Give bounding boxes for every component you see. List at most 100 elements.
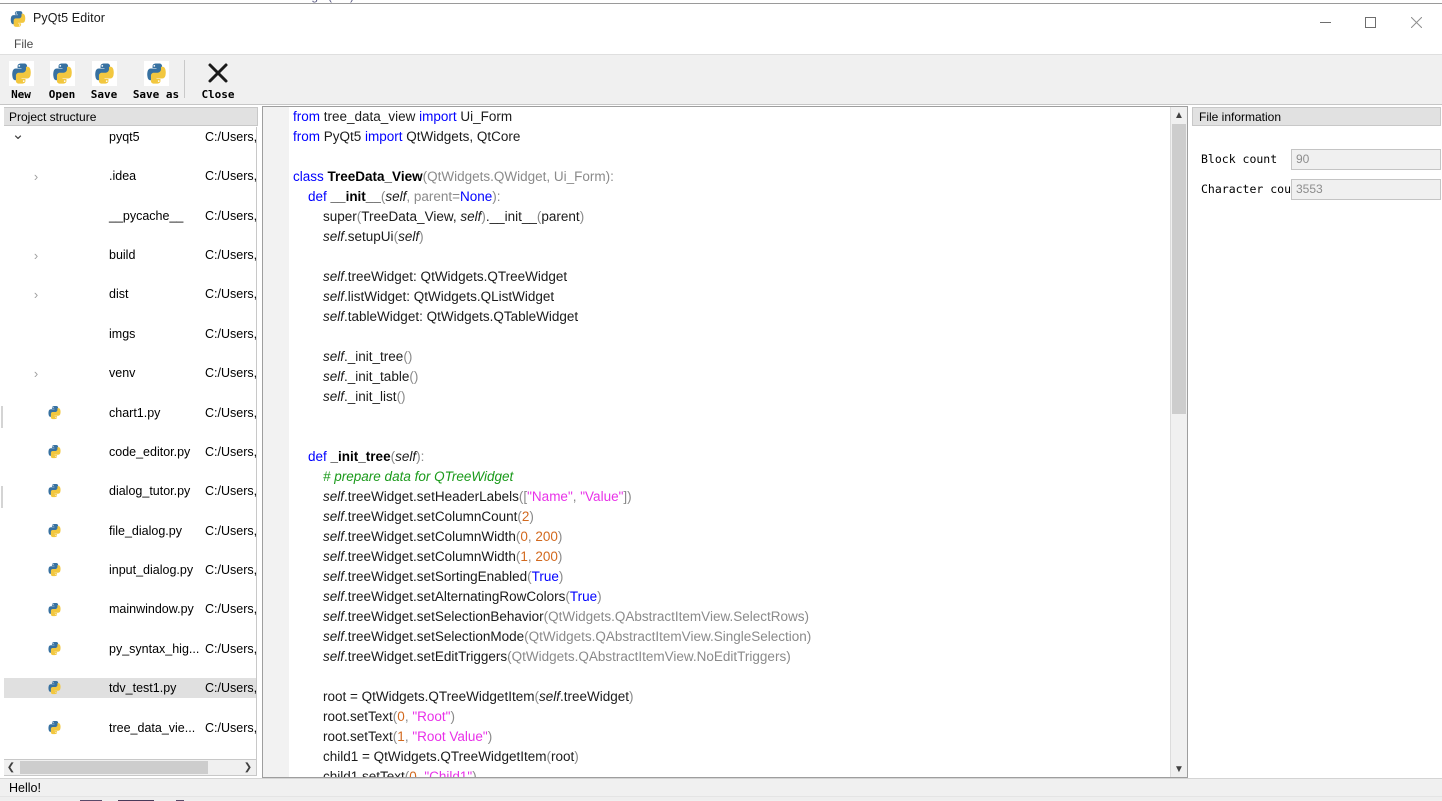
- close-button[interactable]: [1394, 8, 1439, 37]
- code-line[interactable]: 8: [289, 247, 1170, 267]
- tree-item-pyqt5[interactable]: ⌄ pyqt5 C:/Users,: [3, 127, 256, 147]
- code-line[interactable]: 24 self.treeWidget.setSortingEnabled(Tru…: [289, 567, 1170, 587]
- minimize-button[interactable]: [1303, 8, 1348, 37]
- code-line[interactable]: 27 self.treeWidget.setSelectionMode(QtWi…: [289, 627, 1170, 647]
- tree-item-code-editor-py[interactable]: code_editor.py C:/Users,: [3, 442, 256, 462]
- code-line[interactable]: 22 self.treeWidget.setColumnWidth(0, 200…: [289, 527, 1170, 547]
- code-token: 200: [535, 529, 558, 544]
- project-tree-hscrollbar[interactable]: ❮ ❯: [2, 759, 257, 776]
- menu-item-file[interactable]: File: [10, 36, 37, 52]
- code-line[interactable]: 13 self._init_tree(): [289, 347, 1170, 367]
- code-editor[interactable]: 1from tree_data_view import Ui_Form2from…: [262, 106, 1188, 778]
- tree-item-dist[interactable]: › dist C:/Users,: [3, 285, 256, 305]
- tree-item-file-dialog-py[interactable]: file_dialog.py C:/Users,: [3, 521, 256, 541]
- maximize-button[interactable]: [1348, 8, 1393, 37]
- code-line[interactable]: 17: [289, 427, 1170, 447]
- code-line[interactable]: 3: [289, 147, 1170, 167]
- chevron-right-icon[interactable]: ›: [29, 367, 43, 380]
- chevron-left-icon[interactable]: ❮: [3, 760, 19, 775]
- tree-item-imgs[interactable]: imgs C:/Users,: [3, 324, 256, 344]
- code-token: 200: [535, 549, 558, 564]
- code-line[interactable]: 6 super(TreeData_View, self).__init__(pa…: [289, 207, 1170, 227]
- code-line[interactable]: 16: [289, 407, 1170, 427]
- code-line[interactable]: 12: [289, 327, 1170, 347]
- toolbar-button-save-as[interactable]: Save as: [128, 57, 184, 103]
- toolbar-button-new[interactable]: New: [4, 57, 38, 103]
- editor-vscrollbar[interactable]: ▲ ▼: [1170, 107, 1187, 777]
- splitter-grip[interactable]: [1, 406, 3, 428]
- code-token: "Root": [412, 709, 451, 724]
- code-line[interactable]: 32 root.setText(1, "Root Value"): [289, 727, 1170, 747]
- code-line[interactable]: 14 self._init_table(): [289, 367, 1170, 387]
- tree-item-name: dialog_tutor.py: [109, 484, 191, 499]
- code-line[interactable]: 33 child1 = QtWidgets.QTreeWidgetItem(ro…: [289, 747, 1170, 767]
- code-line[interactable]: 11 self.tableWidget: QtWidgets.QTableWid…: [289, 307, 1170, 327]
- tree-item-name: chart1.py: [109, 405, 161, 420]
- code-line[interactable]: 5 def __init__(self, parent=None):: [289, 187, 1170, 207]
- python-file-icon: [47, 523, 62, 538]
- code-line[interactable]: 1from tree_data_view import Ui_Form: [289, 107, 1170, 127]
- code-token: "Root Value": [412, 729, 488, 744]
- block-count-value[interactable]: 90: [1291, 149, 1441, 170]
- left-edge-splitter[interactable]: [0, 106, 4, 778]
- vscroll-thumb[interactable]: [1172, 124, 1186, 414]
- code-token: ): [597, 589, 602, 604]
- code-line[interactable]: 21 self.treeWidget.setColumnCount(2): [289, 507, 1170, 527]
- code-token: .treeWidget.setSelectionMode: [344, 629, 525, 644]
- tree-item-tree-data-vie[interactable]: tree_data_vie... C:/Users,: [3, 718, 256, 738]
- code-token: ): [579, 209, 585, 224]
- code-token: 0: [520, 529, 528, 544]
- code-token: .treeWidget.setColumnWidth: [344, 529, 516, 544]
- code-lines[interactable]: 1from tree_data_view import Ui_Form2from…: [289, 107, 1170, 777]
- splitter-grip[interactable]: [1, 486, 3, 508]
- code-line[interactable]: 15 self._init_list(): [289, 387, 1170, 407]
- python-file-icon: [47, 405, 62, 420]
- tree-item-py-syntax-hig[interactable]: py_syntax_hig... C:/Users,: [3, 639, 256, 659]
- code-line[interactable]: 9 self.treeWidget: QtWidgets.QTreeWidget: [289, 267, 1170, 287]
- code-line[interactable]: 31 root.setText(0, "Root"): [289, 707, 1170, 727]
- tree-item-build[interactable]: › build C:/Users,: [3, 245, 256, 265]
- toolbar-button-save[interactable]: Save: [86, 57, 122, 103]
- code-line[interactable]: 18 def _init_tree(self):: [289, 447, 1170, 467]
- toolbar-button-close[interactable]: Close: [196, 57, 240, 103]
- code-line[interactable]: 26 self.treeWidget.setSelectionBehavior(…: [289, 607, 1170, 627]
- tree-item-input-dialog-py[interactable]: input_dialog.py C:/Users,: [3, 560, 256, 580]
- code-token: self: [323, 229, 345, 244]
- chevron-down-icon[interactable]: ⌄: [11, 127, 25, 142]
- code-line[interactable]: 34 child1.setText(0, "Child1"): [289, 767, 1170, 777]
- code-line[interactable]: 2from PyQt5 import QtWidgets, QtCore: [289, 127, 1170, 147]
- code-token: .treeWidget.setEditTriggers: [344, 649, 508, 664]
- hscroll-thumb[interactable]: [20, 761, 208, 774]
- code-line[interactable]: 10 self.listWidget: QtWidgets.QListWidge…: [289, 287, 1170, 307]
- tree-item-dialog-tutor-py[interactable]: dialog_tutor.py C:/Users,: [3, 481, 256, 501]
- tree-item-idea[interactable]: › .idea C:/Users,: [3, 166, 256, 186]
- tree-item-pycache[interactable]: __pycache__ C:/Users,: [3, 206, 256, 226]
- code-line[interactable]: 25 self.treeWidget.setAlternatingRowColo…: [289, 587, 1170, 607]
- code-line[interactable]: 4class TreeData_View(QtWidgets.QWidget, …: [289, 167, 1170, 187]
- toolbar-separator: [184, 60, 185, 98]
- chevron-right-icon[interactable]: ›: [29, 249, 43, 262]
- chevron-right-icon[interactable]: ❯: [240, 760, 256, 775]
- tree-item-venv[interactable]: › venv C:/Users,: [3, 363, 256, 383]
- code-line[interactable]: 30 root = QtWidgets.QTreeWidgetItem(self…: [289, 687, 1170, 707]
- chevron-down-icon[interactable]: ▼: [1171, 761, 1187, 777]
- code-line[interactable]: 20 self.treeWidget.setHeaderLabels(["Nam…: [289, 487, 1170, 507]
- tree-item-path: C:/Users,: [205, 602, 257, 617]
- tree-item-mainwindow-py[interactable]: mainwindow.py C:/Users,: [3, 600, 257, 620]
- chevron-up-icon[interactable]: ▲: [1171, 107, 1187, 123]
- project-tree[interactable]: ⌄ pyqt5 C:/Users, › .idea C:/Users, __pycache_…: [2, 127, 257, 759]
- toolbar-button-open[interactable]: Open: [44, 57, 80, 103]
- code-line[interactable]: 7 self.setupUi(self): [289, 227, 1170, 247]
- chevron-right-icon[interactable]: ›: [29, 170, 43, 183]
- tree-item-chart1-py[interactable]: chart1.py C:/Users,: [3, 403, 256, 423]
- code-token: .treeWidget.setHeaderLabels: [344, 489, 519, 504]
- code-line[interactable]: 23 self.treeWidget.setColumnWidth(1, 200…: [289, 547, 1170, 567]
- chevron-right-icon[interactable]: ›: [29, 288, 43, 301]
- code-line[interactable]: 29: [289, 667, 1170, 687]
- code-line[interactable]: 19 # prepare data for QTreeWidget: [289, 467, 1170, 487]
- character-count-value[interactable]: 3553: [1291, 179, 1441, 200]
- code-line[interactable]: 28 self.treeWidget.setEditTriggers(QtWid…: [289, 647, 1170, 667]
- tree-item-tdv-test1-py[interactable]: tdv_test1.py C:/Users,: [3, 678, 256, 699]
- tree-item-name: code_editor.py: [109, 444, 191, 459]
